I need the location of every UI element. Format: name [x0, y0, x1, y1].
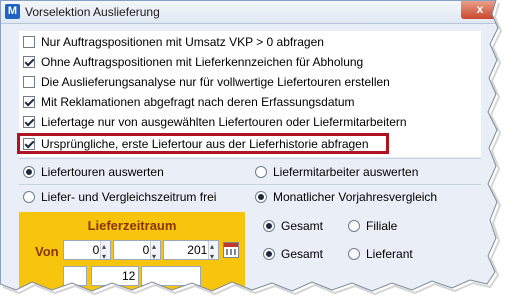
bis-month-field[interactable]: 12: [91, 266, 139, 286]
radio-button[interactable]: [263, 220, 275, 232]
checkbox-option-abholung[interactable]: Ohne Auftragspositionen mit Lieferkennze…: [23, 53, 363, 71]
checkbox-label: Nur Auftragspositionen mit Umsatz VKP > …: [41, 35, 324, 49]
bis-year-field[interactable]: [141, 266, 201, 286]
checkbox-label: Liefertage nur von ausgewählten Lieferto…: [41, 115, 407, 129]
von-day-field[interactable]: 01: [63, 238, 111, 266]
highlight-frame: [17, 133, 389, 154]
checkbox[interactable]: [23, 56, 35, 68]
bis-day-field[interactable]: [63, 266, 87, 286]
radio-button[interactable]: [348, 248, 360, 260]
checkbox-option-liefertage[interactable]: Liefertage nur von ausgewählten Lieferto…: [23, 113, 407, 131]
window-title: Vorselektion Auslieferung: [25, 5, 160, 19]
von-label: Von: [35, 244, 59, 259]
dialog-window: M Vorselektion Auslieferung x Nur Auftra…: [0, 0, 498, 296]
radio-label: Liefertouren auswerten: [41, 165, 164, 179]
checkbox-label: Die Auslieferungsanalyse nur für vollwer…: [41, 75, 390, 89]
radio-liefertouren[interactable]: Liefertouren auswerten: [23, 163, 164, 181]
radio-button[interactable]: [23, 191, 35, 203]
calendar-icon[interactable]: [223, 242, 239, 258]
radio-zeitraum-frei[interactable]: Liefer- und Vergleichszeitrum frei: [23, 188, 216, 206]
radio-label: Gesamt: [281, 219, 324, 233]
radio-button[interactable]: [255, 191, 267, 203]
radio-label: Liefer- und Vergleichszeitrum frei: [41, 190, 217, 204]
checkbox-option-vollwertige-touren[interactable]: Die Auslieferungsanalyse nur für vollwer…: [23, 73, 390, 91]
lieferzeitraum-title: Lieferzeitraum: [87, 218, 177, 233]
radio-gesamt-lieferant[interactable]: Gesamt: [263, 245, 323, 263]
bis-month-value: 12: [122, 269, 136, 283]
radio-filiale[interactable]: Filiale: [348, 217, 397, 235]
spinner-icon[interactable]: [100, 238, 110, 266]
radio-button[interactable]: [255, 166, 267, 178]
app-logo-icon: M: [5, 4, 20, 19]
checkbox-option-umsatz[interactable]: Nur Auftragspositionen mit Umsatz VKP > …: [23, 33, 324, 51]
radio-button[interactable]: [348, 220, 360, 232]
checkbox[interactable]: [23, 76, 35, 88]
radio-label: Gesamt: [281, 247, 324, 261]
checkbox-label: Ohne Auftragspositionen mit Lieferkennze…: [41, 55, 364, 69]
radio-gesamt-filiale[interactable]: Gesamt: [263, 217, 323, 235]
radio-label: Liefermitarbeiter auswerten: [273, 165, 419, 179]
radio-vorjahresvergleich[interactable]: Monatlicher Vorjahresvergleich: [255, 188, 437, 206]
divider: [19, 184, 481, 185]
close-button[interactable]: x: [461, 1, 497, 19]
radio-lieferant[interactable]: Lieferant: [348, 245, 413, 263]
radio-label: Filiale: [366, 219, 398, 233]
divider: [19, 158, 481, 159]
von-year-field[interactable]: 2015: [163, 238, 219, 266]
checkbox[interactable]: [23, 96, 35, 108]
spinner-icon[interactable]: [150, 238, 160, 266]
radio-button[interactable]: [23, 166, 35, 178]
von-month-field[interactable]: 01: [113, 238, 161, 266]
radio-button[interactable]: [263, 248, 275, 260]
checkbox[interactable]: [23, 36, 35, 48]
radio-label: Lieferant: [366, 247, 413, 261]
spinner-icon[interactable]: [208, 238, 218, 266]
lieferzeitraum-panel: Lieferzeitraum Von 01 01 2015 12: [19, 212, 245, 295]
checkbox[interactable]: [23, 116, 35, 128]
title-bar: M Vorselektion Auslieferung x: [1, 1, 497, 24]
radio-liefermitarbeiter[interactable]: Liefermitarbeiter auswerten: [255, 163, 418, 181]
checkbox-label: Mit Reklamationen abgefragt nach deren E…: [41, 95, 355, 109]
checkbox-option-reklamationen[interactable]: Mit Reklamationen abgefragt nach deren E…: [23, 93, 355, 111]
radio-label: Monatlicher Vorjahresvergleich: [273, 190, 438, 204]
